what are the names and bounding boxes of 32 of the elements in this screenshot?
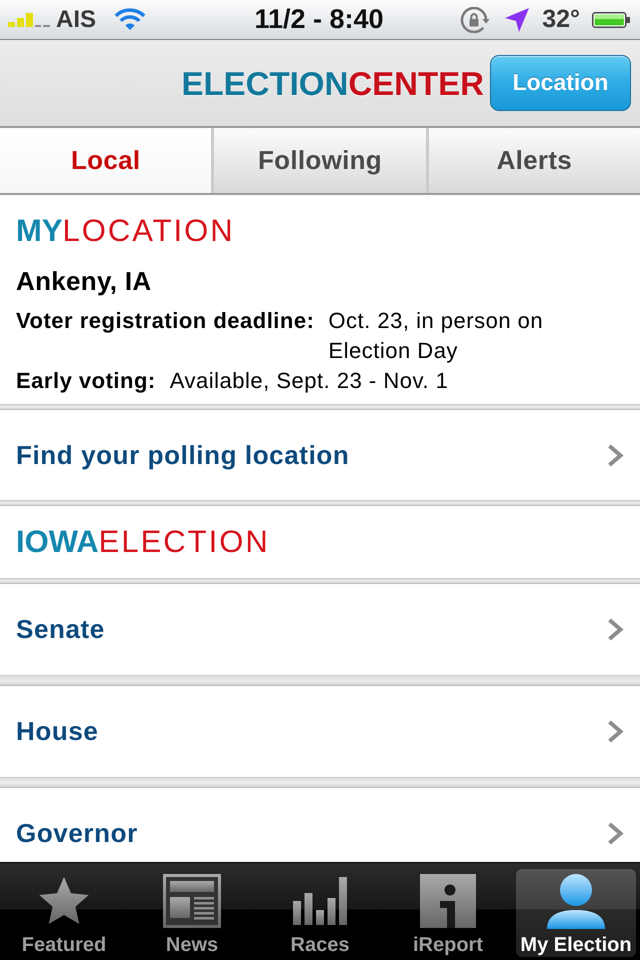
tab-bar-item[interactable]: News: [132, 869, 252, 957]
location-arrow-icon: [505, 8, 530, 32]
bar-chart-icon: [293, 877, 347, 925]
chevron-icon: [607, 618, 624, 641]
app-logo: ELECTIONCENTER: [181, 66, 484, 100]
newspaper-icon: [163, 874, 221, 928]
detail-value: Oct. 23, in person on Election Day: [328, 307, 544, 365]
tab-bar-item[interactable]: iReport: [388, 869, 508, 957]
chevron-icon: [607, 720, 624, 743]
section-heading: MYLOCATION: [16, 213, 235, 249]
star-icon: [39, 877, 89, 925]
carrier-name: AIS: [56, 8, 96, 32]
segment-tab[interactable]: Alerts: [426, 128, 640, 193]
rotation-lock-icon: [460, 6, 492, 32]
detail-label: Early voting:: [16, 367, 156, 395]
chevron-icon: [607, 822, 624, 844]
tab-bar-item[interactable]: Featured: [4, 869, 124, 957]
detail-label: Voter registration deadline:: [16, 307, 314, 335]
info-square-icon: [420, 874, 476, 928]
person-icon: [547, 874, 605, 928]
chevron-icon: [607, 444, 624, 466]
signal-icon: [8, 12, 50, 26]
temperature-text: 32°: [542, 7, 580, 32]
section-heading: IOWAELECTION: [16, 524, 270, 560]
wifi-icon: [114, 8, 146, 31]
tab-bar-item[interactable]: Races: [260, 869, 380, 957]
segment-tab[interactable]: Following: [211, 128, 426, 193]
status-time: 11/2 - 8:40: [254, 6, 384, 33]
tab-bar-item[interactable]: My Election: [516, 869, 636, 957]
detail-value: Available, Sept. 23 - Nov. 1: [170, 367, 448, 395]
city-name: Ankeny, IA: [16, 265, 152, 297]
battery-icon: [592, 12, 630, 28]
